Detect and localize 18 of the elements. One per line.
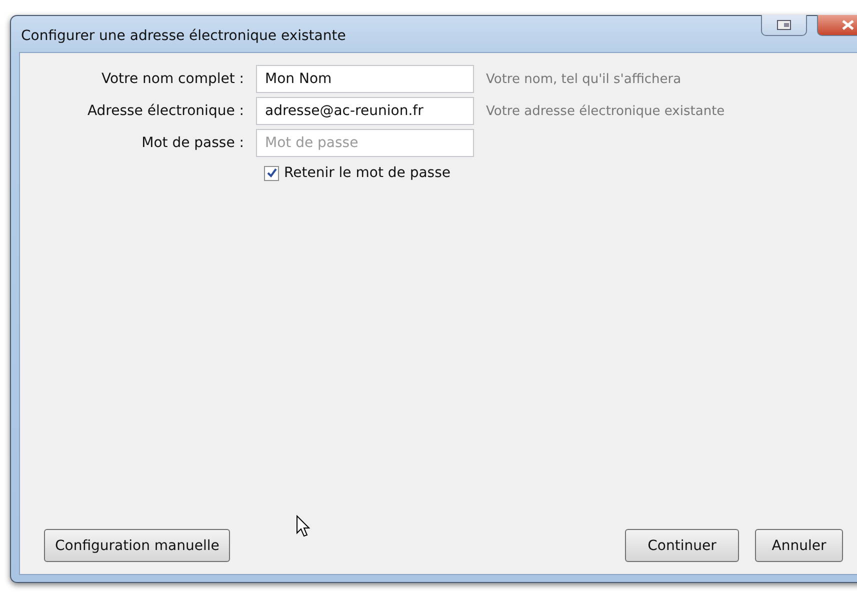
checkbox[interactable] — [264, 166, 279, 180]
window-title: Configurer une adresse électronique existante — [20, 28, 346, 44]
field-label: Adresse électronique : — [86, 103, 245, 119]
restore-button[interactable] — [761, 15, 807, 36]
continue-button[interactable]: Continuer — [625, 529, 739, 562]
input-field[interactable]: Mot de passe — [256, 129, 474, 157]
manual-config-button[interactable]: Configuration manuelle — [44, 529, 230, 562]
field-label: Mot de passe : — [140, 135, 245, 151]
close-icon — [842, 20, 854, 30]
checkbox-label: Retenir le mot de passe — [284, 165, 450, 181]
input-field[interactable]: adresse@ac-reunion.fr — [256, 97, 474, 125]
field-hint: Votre nom, tel qu'il s'affichera — [486, 72, 682, 86]
field-hint: Votre adresse électronique existante — [486, 104, 725, 118]
field-label: Votre nom complet : — [100, 71, 245, 87]
input-field[interactable]: Mon Nom — [256, 65, 474, 93]
window-icon — [777, 20, 791, 30]
cursor-icon — [296, 514, 310, 536]
cancel-button[interactable]: Annuler — [755, 529, 843, 562]
